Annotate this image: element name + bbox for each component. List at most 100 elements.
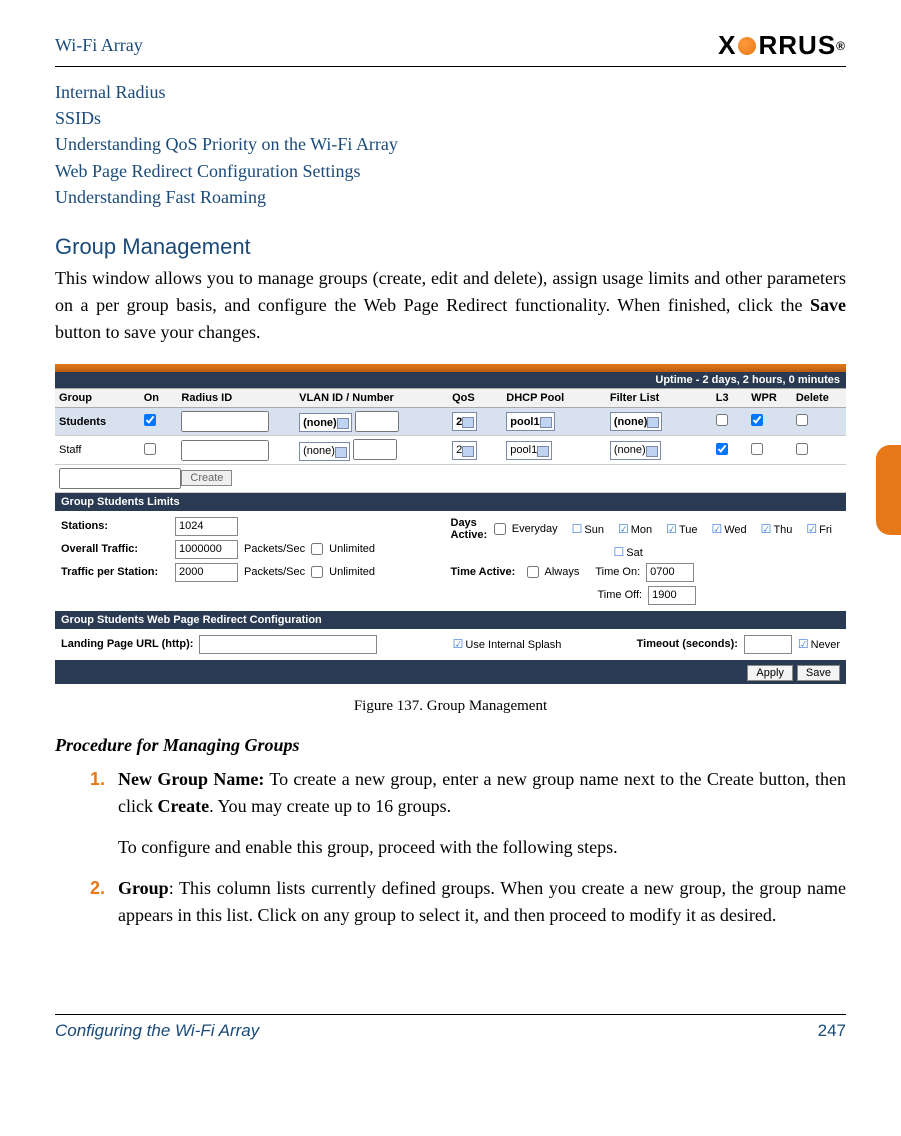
dhcp-select[interactable]: pool1 — [506, 412, 554, 431]
overall-unlimited-checkbox[interactable] — [311, 543, 323, 555]
on-checkbox[interactable] — [144, 443, 156, 455]
always-checkbox[interactable] — [527, 566, 539, 578]
button-row: Apply Save — [55, 660, 846, 684]
figure-caption: Figure 137. Group Management — [55, 698, 846, 715]
day-thu[interactable]: Thu — [761, 522, 793, 536]
procedure-step-2: Group: This column lists currently defin… — [110, 875, 846, 929]
col-del: Delete — [792, 388, 846, 407]
cell-del — [792, 407, 846, 436]
page-header: Wi-Fi Array XRRUS® — [55, 30, 846, 67]
perstation-input[interactable] — [175, 563, 238, 582]
limits-section-bar: Group Students Limits — [55, 493, 846, 511]
link-qos-priority[interactable]: Understanding QoS Priority on the Wi-Fi … — [55, 134, 398, 154]
everyday-checkbox[interactable] — [494, 523, 506, 535]
perstation-unit: Packets/Sec — [244, 566, 305, 578]
cell-l3 — [712, 407, 747, 436]
time-on-input[interactable] — [646, 563, 694, 582]
day-sun[interactable]: Sun — [572, 522, 604, 536]
landing-label: Landing Page URL (http): — [61, 638, 193, 650]
day-tue[interactable]: Tue — [666, 522, 697, 536]
cell-qos: 2 — [448, 436, 502, 465]
l3-checkbox[interactable] — [716, 414, 728, 426]
vlan-select[interactable]: (none) — [299, 442, 350, 461]
procedure-step-1: New Group Name: To create a new group, e… — [110, 766, 846, 861]
never-checkbox[interactable]: Never — [798, 637, 840, 651]
col-radius: Radius ID — [177, 388, 295, 407]
day-fri[interactable]: Fri — [806, 522, 832, 536]
cell-radius — [177, 436, 295, 465]
landing-url-input[interactable] — [199, 635, 377, 654]
cell-wpr — [747, 407, 792, 436]
table-header-row: Group On Radius ID VLAN ID / Number QoS … — [55, 388, 846, 407]
group-management-screenshot: Uptime - 2 days, 2 hours, 0 minutes Grou… — [55, 364, 846, 684]
procedure-heading: Procedure for Managing Groups — [55, 735, 846, 756]
cell-dhcp: pool1 — [502, 436, 606, 465]
wpr-section-bar: Group Students Web Page Redirect Configu… — [55, 611, 846, 629]
table-row[interactable]: Staff (none) 2 pool1 (none) — [55, 436, 846, 465]
cell-group: Staff — [55, 436, 140, 465]
step1-para2: To configure and enable this group, proc… — [118, 834, 846, 861]
delete-checkbox[interactable] — [796, 443, 808, 455]
side-tab — [876, 445, 901, 535]
para-post: button to save your changes. — [55, 322, 260, 342]
stations-label: Stations: — [61, 520, 169, 532]
dhcp-select[interactable]: pool1 — [506, 441, 552, 460]
logo-text-prefix: X — [718, 30, 736, 61]
everyday-label: Everyday — [512, 523, 558, 535]
perstation-unlimited-checkbox[interactable] — [311, 566, 323, 578]
footer-page-number: 247 — [818, 1021, 846, 1041]
vlan-number-input[interactable] — [353, 439, 397, 460]
cell-group: Students — [55, 407, 140, 436]
day-wed[interactable]: Wed — [711, 522, 746, 536]
radius-input[interactable] — [181, 440, 269, 461]
wpr-checkbox[interactable] — [751, 414, 763, 426]
save-button[interactable]: Save — [797, 665, 840, 681]
table-row[interactable]: Students (none) 2 pool1 (none) — [55, 407, 846, 436]
days-active-label: Days Active: — [451, 517, 488, 541]
link-internal-radius[interactable]: Internal Radius — [55, 82, 165, 102]
link-web-page-redirect[interactable]: Web Page Redirect Configuration Settings — [55, 161, 361, 181]
stations-input[interactable] — [175, 517, 238, 536]
section-paragraph: This window allows you to manage groups … — [55, 265, 846, 346]
cell-vlan: (none) — [295, 407, 448, 436]
cell-del — [792, 436, 846, 465]
table-row-create: Create — [55, 464, 846, 492]
qos-select[interactable]: 2 — [452, 441, 477, 460]
xirrus-logo: XRRUS® — [718, 30, 846, 61]
see-also-links: Internal Radius SSIDs Understanding QoS … — [55, 79, 846, 210]
new-group-input[interactable] — [59, 468, 181, 489]
day-mon[interactable]: Mon — [618, 522, 652, 536]
on-checkbox[interactable] — [144, 414, 156, 426]
vlan-number-input[interactable] — [355, 411, 399, 432]
filter-select[interactable]: (none) — [610, 441, 661, 460]
overall-unit: Packets/Sec — [244, 543, 305, 555]
link-fast-roaming[interactable]: Understanding Fast Roaming — [55, 187, 266, 207]
timeout-input[interactable] — [744, 635, 792, 654]
radius-input[interactable] — [181, 411, 269, 432]
overall-traffic-input[interactable] — [175, 540, 238, 559]
step2-bold: Group — [118, 878, 169, 898]
filter-select[interactable]: (none) — [610, 412, 663, 431]
timeout-label: Timeout (seconds): — [637, 638, 738, 650]
overall-unlimited-label: Unlimited — [329, 543, 375, 555]
apply-button[interactable]: Apply — [747, 665, 793, 681]
logo-dot-icon — [738, 37, 756, 55]
vlan-select[interactable]: (none) — [299, 413, 352, 432]
cell-l3 — [712, 436, 747, 465]
day-sat[interactable]: Sat — [614, 545, 643, 559]
delete-checkbox[interactable] — [796, 414, 808, 426]
col-on: On — [140, 388, 178, 407]
create-button[interactable]: Create — [181, 470, 232, 486]
time-off-input[interactable] — [648, 586, 696, 605]
qos-select[interactable]: 2 — [452, 412, 477, 431]
internal-splash-checkbox[interactable]: Use Internal Splash — [453, 637, 562, 651]
wpr-checkbox[interactable] — [751, 443, 763, 455]
para-bold-save: Save — [810, 295, 846, 315]
limits-panel: Stations: Overall Traffic: Packets/Sec U… — [55, 511, 846, 611]
l3-checkbox[interactable] — [716, 443, 728, 455]
page-footer: Configuring the Wi-Fi Array 247 — [55, 1014, 846, 1041]
step1-bold: New Group Name: — [118, 769, 264, 789]
time-off-label: Time Off: — [598, 589, 643, 601]
new-group-cell — [55, 464, 177, 492]
link-ssids[interactable]: SSIDs — [55, 108, 101, 128]
